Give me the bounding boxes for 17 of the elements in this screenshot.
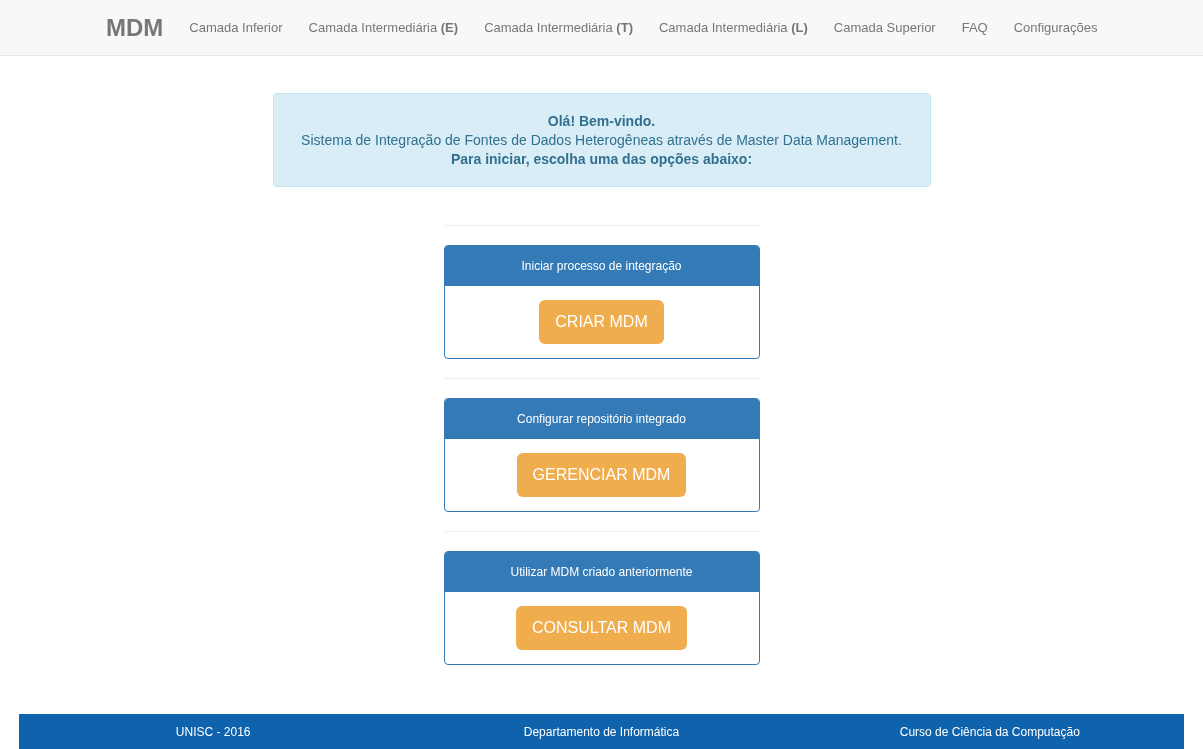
nav-link[interactable]: Camada Superior: [820, 17, 949, 38]
nav-link[interactable]: Camada Intermediária (E): [295, 17, 472, 38]
welcome-prompt: Para iniciar, escolha uma das opções abaixo:: [450, 149, 753, 169]
footer-text: Curso de Ciência da Computação: [898, 723, 1081, 741]
nav-link[interactable]: Camada Intermediária (L): [645, 17, 821, 38]
brand-link[interactable]: MDM: [106, 9, 164, 46]
nav-link[interactable]: Camada Inferior: [176, 17, 296, 38]
welcome-title: Olá! Bem-vindo.: [547, 111, 656, 131]
nav-link[interactable]: Camada Intermediária (T): [471, 17, 646, 38]
panel-heading: Utilizar MDM criado anteriormente: [444, 552, 759, 592]
nav-link[interactable]: FAQ: [948, 17, 1001, 38]
footer-text: Departamento de Informática: [522, 723, 681, 741]
welcome-text: Sistema de Integração de Fontes de Dados Heterogêneas através de Master Data Management.: [301, 130, 902, 150]
panel-heading: Configurar repositório integrado: [444, 399, 759, 439]
nav-link[interactable]: Configurações: [1000, 17, 1111, 38]
footer-text: UNISC - 2016: [174, 723, 252, 741]
panel-heading: Iniciar processo de integração: [444, 246, 759, 286]
